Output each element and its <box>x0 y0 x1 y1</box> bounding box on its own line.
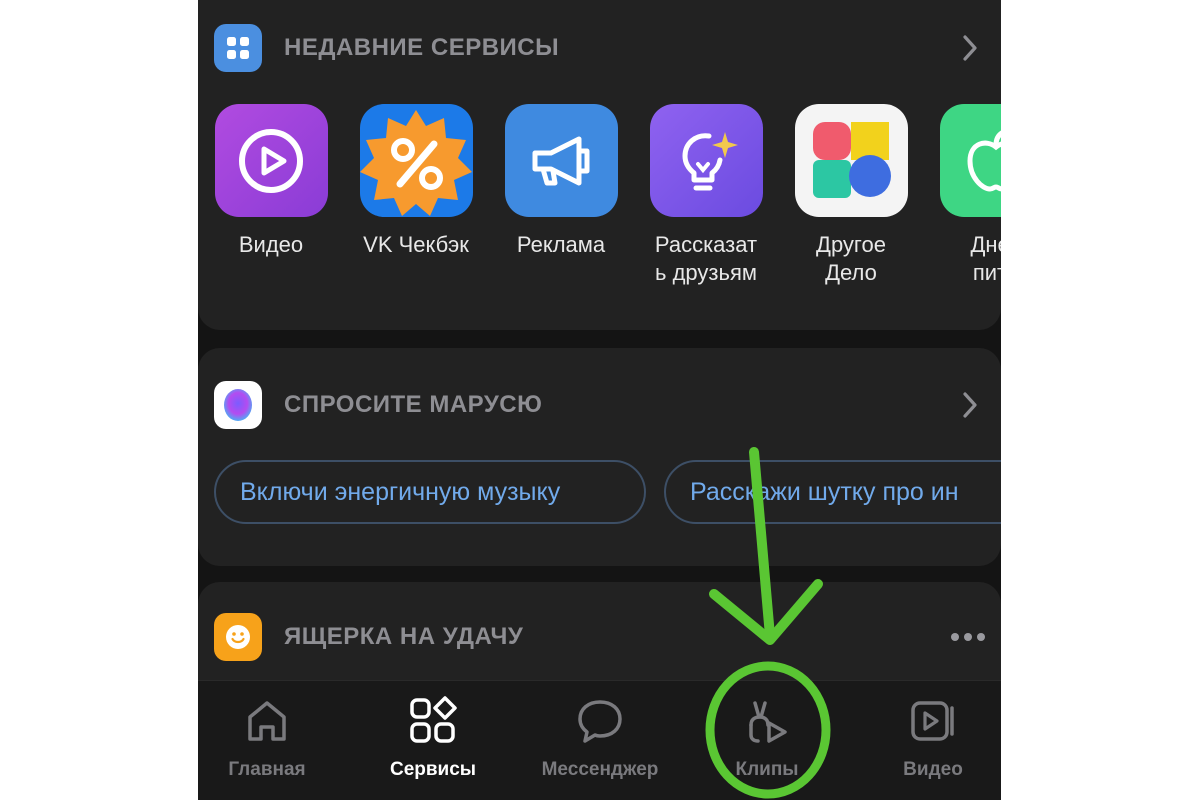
app-label: Рассказат ь друзьям <box>654 232 758 285</box>
clips-icon <box>749 701 787 743</box>
app-other-deal[interactable]: Другое Дело <box>786 104 916 287</box>
marusia-orb-icon <box>214 381 262 429</box>
app-label: VK Чекбэк <box>363 232 469 257</box>
play-circle-icon <box>214 104 328 217</box>
chevron-right-icon[interactable] <box>955 33 985 63</box>
recent-services-card: НЕДАВНИЕ СЕРВИСЫ Видео VK Чекбэк Реклама… <box>198 0 1001 330</box>
services-grid-icon <box>410 696 457 743</box>
tab-label: Главная <box>228 759 306 780</box>
phone-screen: НЕДАВНИЕ СЕРВИСЫ Видео VK Чекбэк Реклама… <box>198 0 1001 800</box>
tab-home[interactable]: Главная <box>198 695 342 781</box>
colored-shapes-icon <box>794 104 908 217</box>
tab-label: Клипы <box>735 759 799 780</box>
chat-bubble-icon <box>578 700 622 743</box>
tab-video[interactable]: Видео <box>858 695 1001 781</box>
services-grid-icon <box>214 24 262 72</box>
app-tell-friends[interactable]: Рассказат ь друзьям <box>641 104 771 287</box>
tab-messenger[interactable]: Мессенджер <box>525 695 675 781</box>
marusia-header[interactable]: СПРОСИТЕ МАРУСЮ <box>214 380 985 430</box>
apple-icon <box>939 104 1001 217</box>
lightbulb-sparkle-icon <box>649 104 763 217</box>
app-label: Днев пита <box>970 232 1002 285</box>
recent-services-header[interactable]: НЕДАВНИЕ СЕРВИСЫ <box>214 23 985 73</box>
home-icon <box>248 701 286 741</box>
suggestion-chip[interactable]: Включи энергичную музыку <box>214 460 646 524</box>
tab-label: Видео <box>903 759 963 780</box>
tab-services[interactable]: Сервисы <box>358 695 508 781</box>
tab-label: Мессенджер <box>541 759 659 780</box>
tab-label: Сервисы <box>389 759 477 780</box>
suggestion-chip[interactable]: Расскажи шутку про ин <box>664 460 1001 524</box>
percent-badge-icon <box>359 104 473 217</box>
app-food-diary[interactable]: Днев пита <box>931 104 1001 287</box>
megaphone-icon <box>504 104 618 217</box>
app-label: Другое Дело <box>816 232 886 285</box>
marusia-card: СПРОСИТЕ МАРУСЮ <box>198 348 1001 566</box>
tab-clips[interactable]: Клипы <box>692 695 842 781</box>
bottom-tab-bar: Главная Сервисы Мессенджер Клипы Видео <box>198 680 1001 800</box>
smiley-icon <box>214 613 262 661</box>
lizard-title: ЯЩЕРКА НА УДАЧУ <box>284 623 524 650</box>
recent-services-title: НЕДАВНИЕ СЕРВИСЫ <box>284 34 560 61</box>
app-ads[interactable]: Реклама <box>496 104 626 259</box>
lizard-header[interactable]: ЯЩЕРКА НА УДАЧУ <box>214 612 985 662</box>
app-video[interactable]: Видео <box>206 104 336 259</box>
marusia-title: СПРОСИТЕ МАРУСЮ <box>284 391 543 418</box>
app-label: Реклама <box>516 232 606 257</box>
video-icon <box>911 701 954 741</box>
app-label: Видео <box>238 232 304 257</box>
chevron-right-icon[interactable] <box>955 390 985 420</box>
recent-apps-list: Видео VK Чекбэк Реклама Рассказат ь друз… <box>214 104 1001 304</box>
app-vk-cashback[interactable]: VK Чекбэк <box>351 104 481 259</box>
more-dots-icon[interactable] <box>951 633 985 641</box>
